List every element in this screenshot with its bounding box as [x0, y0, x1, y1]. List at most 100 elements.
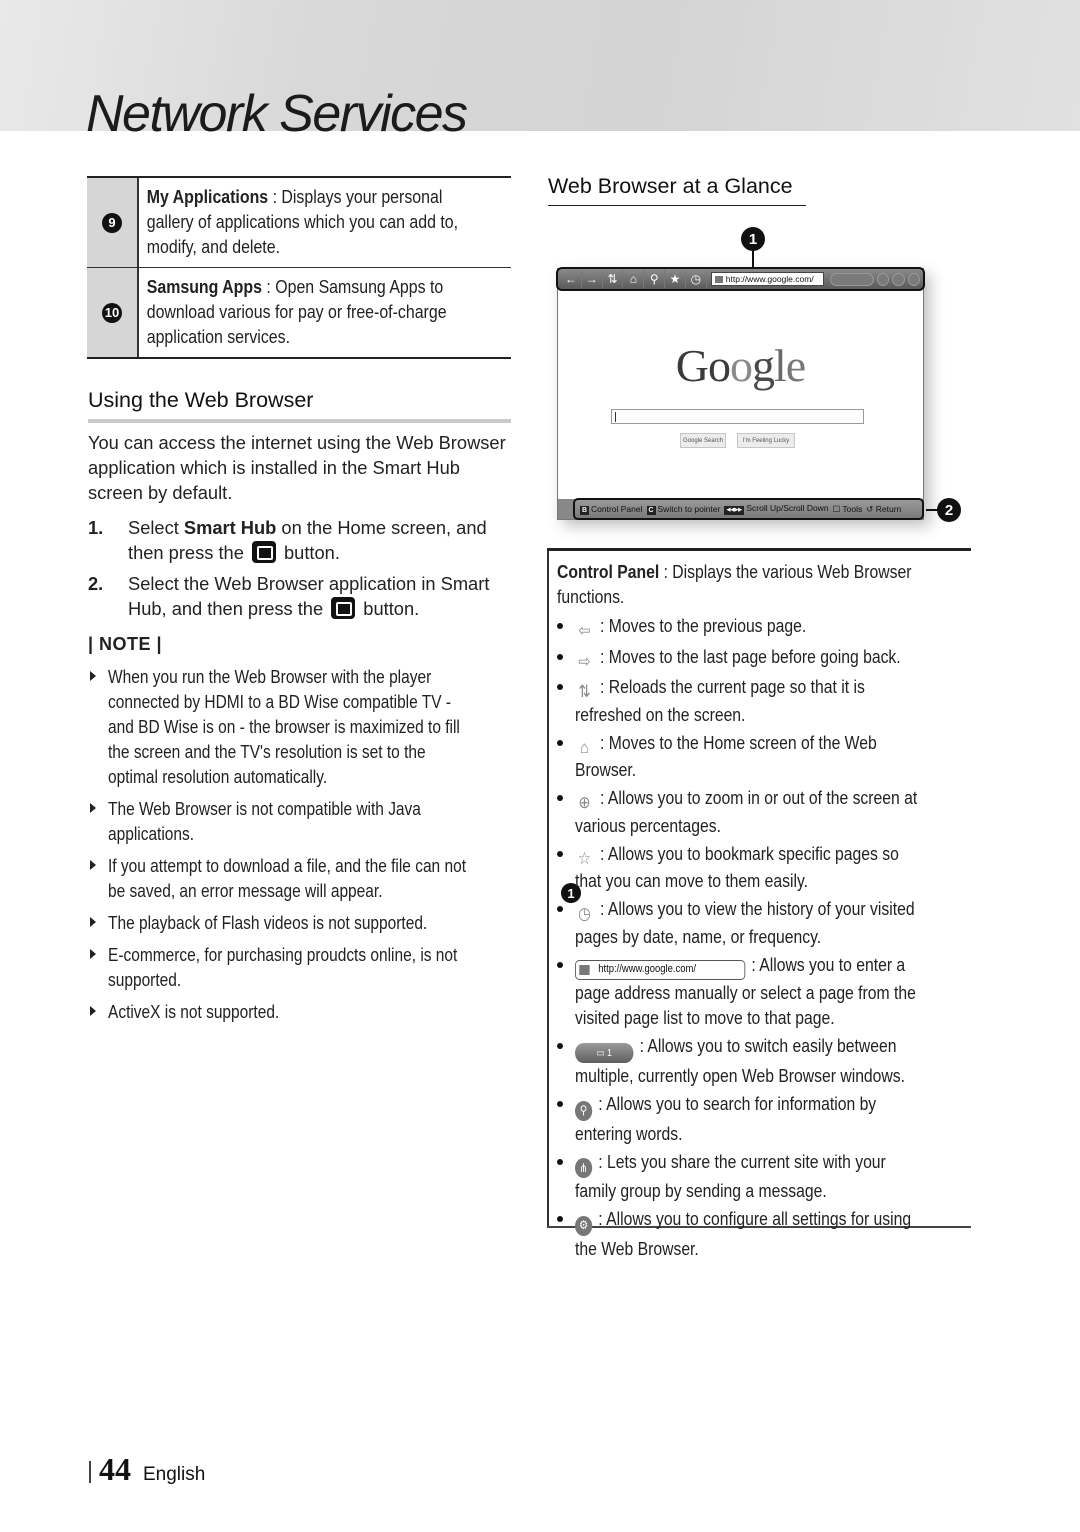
- list-item: ☆ : Allows you to bookmark specific page…: [557, 841, 987, 894]
- forward-arrow-icon: →: [582, 270, 603, 288]
- url-field-icon: http://www.google.com/: [575, 959, 746, 980]
- google-search-button: Google Search: [680, 433, 726, 448]
- bullet-icon: [557, 644, 575, 672]
- row-description: My Applications : Displays your personal…: [139, 178, 459, 267]
- browser-control-panel: ← → ⇅ ⌂ ⚲ ★ ◷ http://www.google.com/: [556, 267, 925, 291]
- url-text: http://www.google.com/: [725, 274, 814, 284]
- google-logo: Google: [675, 340, 806, 391]
- tools-icon: ☐: [832, 503, 841, 514]
- section-heading-web-browser-at-a-glance: Web Browser at a Glance: [548, 174, 806, 206]
- row-number-cell: 1: [547, 551, 581, 1226]
- note-item: The Web Browser is not compatible with J…: [88, 797, 528, 847]
- bullet-icon: [557, 785, 575, 838]
- triangle-bullet-icon: [88, 797, 108, 847]
- triangle-bullet-icon: [88, 911, 108, 936]
- bookmark-star-icon: ★: [665, 270, 686, 288]
- triangle-bullet-icon: [88, 943, 108, 993]
- note-item: E-commerce, for purchasing proudcts onli…: [88, 943, 528, 993]
- step-text-part: Select the Web Browser application in Sm…: [128, 573, 490, 619]
- note-item: If you attempt to download a file, and t…: [88, 854, 528, 904]
- note-item: The playback of Flash videos is not supp…: [88, 911, 528, 936]
- reload-icon: ⇅: [603, 270, 624, 288]
- step-number: 2.: [88, 573, 104, 594]
- home-icon: ⌂: [623, 270, 645, 288]
- row-description: Control Panel : Displays the various Web…: [549, 551, 987, 1259]
- list-item: ⚙ : Allows you to configure all settings…: [557, 1206, 987, 1261]
- number-badge: 10: [102, 302, 122, 323]
- history-icon: ◷: [686, 270, 707, 288]
- site-icon: [714, 275, 723, 283]
- item-text: ⌂ : Moves to the Home screen of the Web …: [575, 730, 928, 783]
- share-icon: ⋔: [575, 1158, 593, 1178]
- status-label: Tools: [842, 503, 863, 514]
- bookmark-star-icon: ☆: [577, 848, 592, 868]
- intro-paragraph: You can access the internet using the We…: [88, 432, 506, 503]
- history-icon: ◷: [578, 904, 591, 923]
- window-switch-icon: [830, 272, 874, 286]
- enter-button-icon: [251, 541, 276, 563]
- note-text: If you attempt to download a file, and t…: [107, 856, 466, 901]
- url-field: http://www.google.com/: [710, 272, 825, 286]
- status-item-switch-pointer: C Switch to pointer: [646, 504, 720, 515]
- row-term: Control Panel: [557, 561, 660, 582]
- list-item: http://www.google.com/ : Allows you to e…: [557, 952, 987, 1030]
- note-label: | NOTE |: [88, 634, 163, 654]
- settings-gear-icon: [907, 272, 921, 286]
- apps-table: 9 My Applications : Displays your person…: [87, 176, 511, 359]
- steps-list: 1. Select Smart Hub on the Home screen, …: [88, 515, 518, 627]
- callout-line: [752, 249, 754, 269]
- enter-button-icon: [331, 597, 356, 619]
- list-item: ⚲ : Allows you to search for information…: [557, 1091, 987, 1146]
- section-heading-using-web-browser: Using the Web Browser: [88, 388, 511, 423]
- note-item: ActiveX is not supported.: [88, 1000, 528, 1025]
- item-text: ☆ : Allows you to bookmark specific page…: [575, 841, 928, 894]
- item-text: ⋔ : Lets you share the current site with…: [575, 1149, 928, 1204]
- item-text: http://www.google.com/ : Allows you to e…: [575, 952, 928, 1030]
- notes-list: When you run the Web Browser with the pl…: [88, 665, 528, 1032]
- item-text: ⇦ : Moves to the previous page.: [575, 613, 928, 641]
- item-desc: : Lets you share the current site with y…: [575, 1150, 886, 1202]
- share-icon: [892, 272, 905, 286]
- reload-icon: ⇅: [578, 682, 591, 701]
- status-item-control-panel: B Control Panel: [580, 504, 643, 515]
- back-arrow-icon: ⇦: [578, 621, 591, 640]
- triangle-bullet-icon: [88, 1000, 108, 1025]
- item-desc: : Moves to the last page before going ba…: [595, 645, 901, 667]
- note-text: E-commerce, for purchasing proudcts onli…: [107, 945, 457, 990]
- step-text: Select the Web Browser application in Sm…: [128, 571, 518, 621]
- step-text-part: button.: [358, 598, 420, 619]
- callout-2: 2: [937, 498, 961, 522]
- item-text: ⚙ : Allows you to configure all settings…: [575, 1206, 928, 1261]
- row-description: Samsung Apps : Open Samsung Apps to down…: [139, 268, 459, 357]
- row-term: My Applications: [146, 186, 269, 207]
- bullet-icon: [557, 1149, 575, 1204]
- item-desc: : Moves to the Home screen of the Web Br…: [575, 731, 877, 781]
- return-icon: ↺: [866, 503, 874, 514]
- note-text: ActiveX is not supported.: [107, 1002, 279, 1022]
- step-text-part: Select: [128, 517, 184, 538]
- feeling-lucky-button: I'm Feeling Lucky: [737, 433, 795, 448]
- status-item-tools: ☐ Tools: [833, 504, 863, 515]
- browser-status-bar: B Control Panel C Switch to pointer ◀◀▶▶ Sc…: [573, 498, 924, 520]
- status-item-return: ↺ Return: [866, 504, 901, 515]
- page-language: English: [143, 1464, 206, 1485]
- zoom-icon: ⊕: [578, 793, 591, 812]
- url-text: http://www.google.com/: [598, 963, 697, 975]
- item-desc: : Reloads the current page so that it is…: [575, 676, 865, 725]
- status-label: Scroll Up/Scroll Down: [746, 503, 829, 514]
- back-arrow-icon: ←: [561, 270, 582, 288]
- triangle-bullet-icon: [88, 854, 108, 904]
- item-desc: : Allows you to zoom in or out of the sc…: [575, 787, 918, 836]
- table-row: 10 Samsung Apps : Open Samsung Apps to d…: [87, 267, 511, 357]
- row-number-cell: 10: [87, 268, 139, 357]
- status-label: Control Panel: [591, 503, 643, 514]
- list-item: ⇅ : Reloads the current page so that it …: [557, 674, 987, 727]
- item-desc: : Allows you to view the history of your…: [575, 898, 915, 947]
- row-number-cell: 9: [87, 178, 139, 267]
- control-panel-intro: Control Panel : Displays the various Web…: [557, 559, 927, 609]
- b-key-icon: B: [580, 505, 589, 515]
- item-text: ⚲ : Allows you to search for information…: [575, 1091, 928, 1146]
- item-desc: : Allows you to bookmark specific pages …: [575, 842, 899, 892]
- page-title: Network Services: [86, 85, 468, 143]
- table-row: 9 My Applications : Displays your person…: [87, 178, 511, 267]
